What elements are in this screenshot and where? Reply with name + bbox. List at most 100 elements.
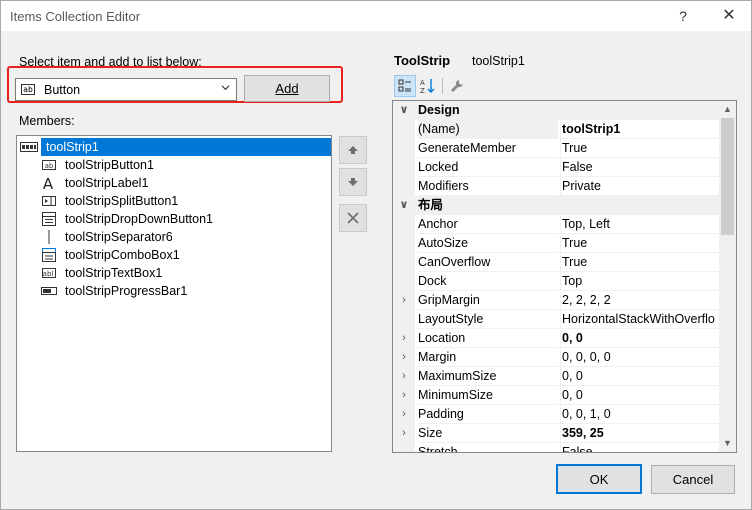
property-value[interactable]: 0, 0, 0, 0 [560,348,720,367]
expand-icon[interactable]: › [393,348,415,367]
property-value[interactable]: 2, 2, 2, 2 [560,291,720,310]
expand-icon[interactable]: › [393,424,415,443]
property-value[interactable]: False [560,443,720,452]
close-button[interactable]: ✕ [707,1,751,31]
svg-text:ab: ab [45,162,54,170]
property-value[interactable]: True [560,253,720,272]
help-button[interactable]: ? [661,1,705,31]
collapse-icon[interactable]: ∨ [393,101,415,120]
move-up-button[interactable] [339,136,367,164]
expand-icon[interactable]: › [393,367,415,386]
separator-icon [48,230,50,244]
list-item-label: toolStripLabel1 [65,176,149,190]
vertical-scrollbar[interactable]: ▲ ▼ [719,101,736,452]
delete-x-icon [347,212,359,224]
property-value[interactable]: True [560,234,720,253]
property-value[interactable]: Top [560,272,720,291]
property-name: (Name) [418,120,558,139]
arrow-up-icon [348,146,358,154]
property-value[interactable]: 359, 25 [560,424,720,443]
expand-icon[interactable]: › [393,405,415,424]
item-type-combobox[interactable]: ab Button [15,78,237,101]
collapse-icon[interactable]: ∨ [393,196,415,215]
list-item[interactable]: toolStripSplitButton1 [19,192,329,210]
property-row[interactable]: › GripMargin 2, 2, 2, 2 [393,291,720,310]
property-value[interactable]: Top, Left [560,215,720,234]
property-row[interactable]: Dock Top [393,272,720,291]
row-gutter [393,158,415,177]
property-row[interactable]: AutoSize True [393,234,720,253]
list-item[interactable]: toolStripDropDownButton1 [19,210,329,228]
toolstrip-icon [20,142,38,152]
property-value[interactable]: False [560,158,720,177]
property-name: Anchor [418,215,558,234]
property-name: Padding [418,405,558,424]
property-value[interactable]: 0, 0 [560,386,720,405]
list-item[interactable]: toolStripComboBox1 [19,246,329,264]
label-icon: A [43,176,54,190]
property-row[interactable]: › Padding 0, 0, 1, 0 [393,405,720,424]
property-row[interactable]: › Location 0, 0 [393,329,720,348]
property-value[interactable]: 0, 0, 1, 0 [560,405,720,424]
alphabetical-sort-icon: AZ [420,79,435,94]
category-name: Design [418,103,460,117]
members-list[interactable]: toolStrip1 ab toolStripButton1 A toolStr… [16,135,332,452]
split-button-icon [42,196,56,206]
list-item[interactable]: ab toolStripButton1 [19,156,329,174]
property-grid[interactable]: ∨ Design (Name) toolStrip1 GenerateMembe… [392,100,737,453]
property-value[interactable]: True [560,139,720,158]
alphabetical-button[interactable]: AZ [417,75,439,97]
row-gutter [393,120,415,139]
property-row[interactable]: Stretch False [393,443,720,452]
scroll-down-icon[interactable]: ▼ [719,435,736,452]
property-value[interactable]: toolStrip1 [560,120,720,139]
button-icon: ab [42,160,56,170]
property-row[interactable]: Modifiers Private [393,177,720,196]
categorized-button[interactable] [394,75,416,97]
property-name: Stretch [418,443,558,452]
scrollbar-thumb[interactable] [721,118,734,235]
property-pages-button[interactable] [446,75,468,97]
category-row-layout[interactable]: ∨ 布局 [393,196,719,215]
property-name: GenerateMember [418,139,558,158]
title-bar: Items Collection Editor ? ✕ [1,1,751,31]
move-down-button[interactable] [339,168,367,196]
add-button[interactable]: Add [244,75,330,102]
list-item[interactable]: toolStripSeparator6 [19,228,329,246]
property-row[interactable]: CanOverflow True [393,253,720,272]
property-row[interactable]: › Size 359, 25 [393,424,720,443]
property-value[interactable]: 0, 0 [560,367,720,386]
items-collection-editor-dialog: Items Collection Editor ? ✕ Select item … [0,0,752,510]
property-row[interactable]: › MinimumSize 0, 0 [393,386,720,405]
property-row[interactable]: GenerateMember True [393,139,720,158]
property-row[interactable]: LayoutStyle HorizontalStackWithOverflo [393,310,720,329]
property-row[interactable]: (Name) toolStrip1 [393,120,720,139]
property-value[interactable]: HorizontalStackWithOverflo [560,310,720,329]
property-row[interactable]: › MaximumSize 0, 0 [393,367,720,386]
expand-icon[interactable]: › [393,291,415,310]
progressbar-icon [41,287,57,295]
scroll-up-icon[interactable]: ▲ [719,101,736,118]
property-row[interactable]: Anchor Top, Left [393,215,720,234]
remove-button[interactable] [339,204,367,232]
list-item[interactable]: abl toolStripTextBox1 [19,264,329,282]
list-item[interactable]: toolStripProgressBar1 [19,282,329,300]
list-item[interactable]: A toolStripLabel1 [19,174,329,192]
cancel-button[interactable]: Cancel [651,465,735,494]
chevron-down-icon[interactable] [221,83,230,92]
property-value[interactable]: 0, 0 [560,329,720,348]
ok-button[interactable]: OK [556,464,642,494]
expand-icon[interactable]: › [393,386,415,405]
list-item-label: toolStripSeparator6 [65,230,173,244]
list-item-label: toolStripComboBox1 [65,248,180,262]
category-row-design[interactable]: ∨ Design [393,101,719,120]
list-item-label: toolStripProgressBar1 [65,284,188,298]
arrow-down-icon [348,178,358,186]
property-value[interactable]: Private [560,177,720,196]
property-row[interactable]: › Margin 0, 0, 0, 0 [393,348,720,367]
list-item-label: toolStrip1 [41,138,331,156]
expand-icon[interactable]: › [393,329,415,348]
property-row[interactable]: Locked False [393,158,720,177]
dropdown-button-icon [42,212,56,226]
svg-text:A: A [420,79,425,87]
